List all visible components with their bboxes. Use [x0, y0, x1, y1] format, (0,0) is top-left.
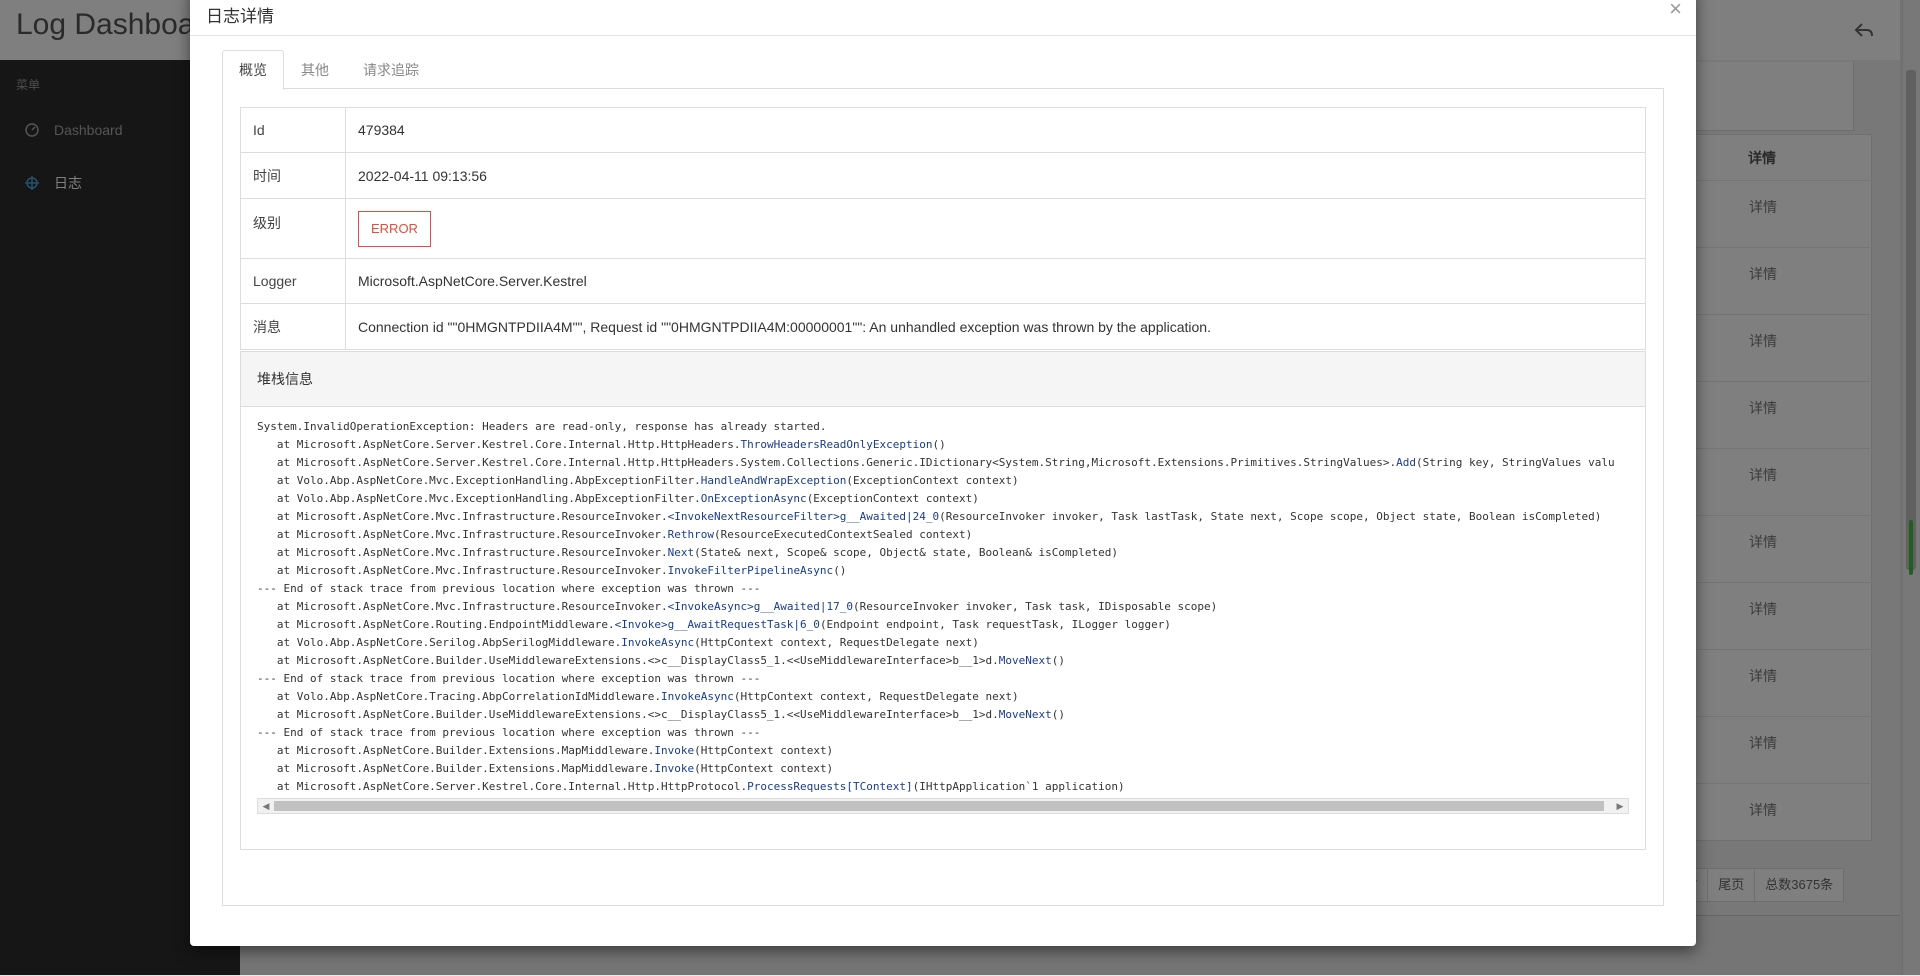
info-row-message: 消息 Connection id ""0HMGNTPDIIA4M"", Requ…: [240, 303, 1646, 350]
stack-trace-line: at Microsoft.AspNetCore.Mvc.Infrastructu…: [257, 528, 973, 541]
stack-trace-line: at Microsoft.AspNetCore.Server.Kestrel.C…: [257, 780, 1125, 793]
level-badge: ERROR: [358, 210, 431, 247]
stack-trace-line: at Volo.Abp.AspNetCore.Mvc.ExceptionHand…: [257, 474, 1019, 487]
tab-request-trace[interactable]: 请求追踪: [346, 50, 436, 89]
field-label: Logger: [240, 258, 346, 304]
stack-trace-line: at Microsoft.AspNetCore.Mvc.Infrastructu…: [257, 600, 1218, 613]
stack-horizontal-scrollbar[interactable]: ◀ ▶: [257, 798, 1629, 814]
field-value-id: 479384: [345, 107, 1646, 153]
stack-trace-line: at Microsoft.AspNetCore.Server.Kestrel.C…: [257, 438, 946, 451]
log-info-table: Id 479384 时间 2022-04-11 09:13:56 级别 ERRO…: [240, 107, 1646, 350]
stack-trace-line: --- End of stack trace from previous loc…: [257, 672, 761, 685]
tab-overview[interactable]: 概览: [222, 50, 284, 90]
info-row-level: 级别 ERROR: [240, 198, 1646, 259]
field-label: Id: [240, 107, 346, 153]
field-value-time: 2022-04-11 09:13:56: [345, 152, 1646, 199]
stack-trace-line: at Microsoft.AspNetCore.Mvc.Infrastructu…: [257, 546, 1118, 559]
info-row-id: Id 479384: [240, 107, 1646, 153]
stack-trace-title: 堆栈信息: [241, 352, 1645, 407]
modal-title: 日志详情: [206, 7, 274, 26]
modal-header: 日志详情 ×: [190, 0, 1696, 36]
stack-trace-line: at Microsoft.AspNetCore.Builder.Extensio…: [257, 762, 834, 775]
info-row-time: 时间 2022-04-11 09:13:56: [240, 152, 1646, 199]
stack-trace-line: at Microsoft.AspNetCore.Builder.Extensio…: [257, 744, 834, 757]
stack-trace-line: at Microsoft.AspNetCore.Routing.Endpoint…: [257, 618, 1171, 631]
stack-trace-line: --- End of stack trace from previous loc…: [257, 582, 761, 595]
tab-panel-overview: Id 479384 时间 2022-04-11 09:13:56 级别 ERRO…: [222, 88, 1664, 906]
stack-trace-content[interactable]: System.InvalidOperationException: Header…: [257, 418, 1629, 810]
stack-trace-line: --- End of stack trace from previous loc…: [257, 726, 761, 739]
field-value-message: Connection id ""0HMGNTPDIIA4M"", Request…: [345, 303, 1646, 350]
field-value-level: ERROR: [345, 198, 1646, 259]
close-icon[interactable]: ×: [1669, 0, 1682, 20]
field-value-logger: Microsoft.AspNetCore.Server.Kestrel: [345, 258, 1646, 304]
stack-trace-line: at Volo.Abp.AspNetCore.Tracing.AbpCorrel…: [257, 690, 1019, 703]
stack-trace-line: at Microsoft.AspNetCore.Builder.UseMiddl…: [257, 708, 1065, 721]
field-label: 级别: [240, 198, 346, 259]
log-detail-modal: 日志详情 × 概览 其他 请求追踪 Id 479384 时间 2022-04-1…: [190, 0, 1696, 946]
stack-trace-line: at Microsoft.AspNetCore.Server.Kestrel.C…: [257, 456, 1615, 469]
scroll-right-icon[interactable]: ▶: [1614, 801, 1626, 811]
tab-other[interactable]: 其他: [284, 50, 346, 89]
stack-trace-line: at Microsoft.AspNetCore.Builder.UseMiddl…: [257, 654, 1065, 667]
field-label: 消息: [240, 303, 346, 350]
stack-trace-line: at Microsoft.AspNetCore.Mvc.Infrastructu…: [257, 510, 1602, 523]
info-row-logger: Logger Microsoft.AspNetCore.Server.Kestr…: [240, 258, 1646, 304]
stack-scrollbar-thumb[interactable]: [274, 801, 1604, 811]
field-label: 时间: [240, 152, 346, 199]
stack-trace-line: at Volo.Abp.AspNetCore.Serilog.AbpSerilo…: [257, 636, 979, 649]
stack-trace-panel: 堆栈信息 System.InvalidOperationException: H…: [240, 351, 1646, 850]
tab-bar: 概览 其他 请求追踪: [222, 50, 436, 90]
stack-trace-line: at Volo.Abp.AspNetCore.Mvc.ExceptionHand…: [257, 492, 979, 505]
stack-trace-line: System.InvalidOperationException: Header…: [257, 420, 827, 433]
stack-trace-line: at Microsoft.AspNetCore.Mvc.Infrastructu…: [257, 564, 847, 577]
scroll-left-icon[interactable]: ◀: [260, 801, 272, 811]
